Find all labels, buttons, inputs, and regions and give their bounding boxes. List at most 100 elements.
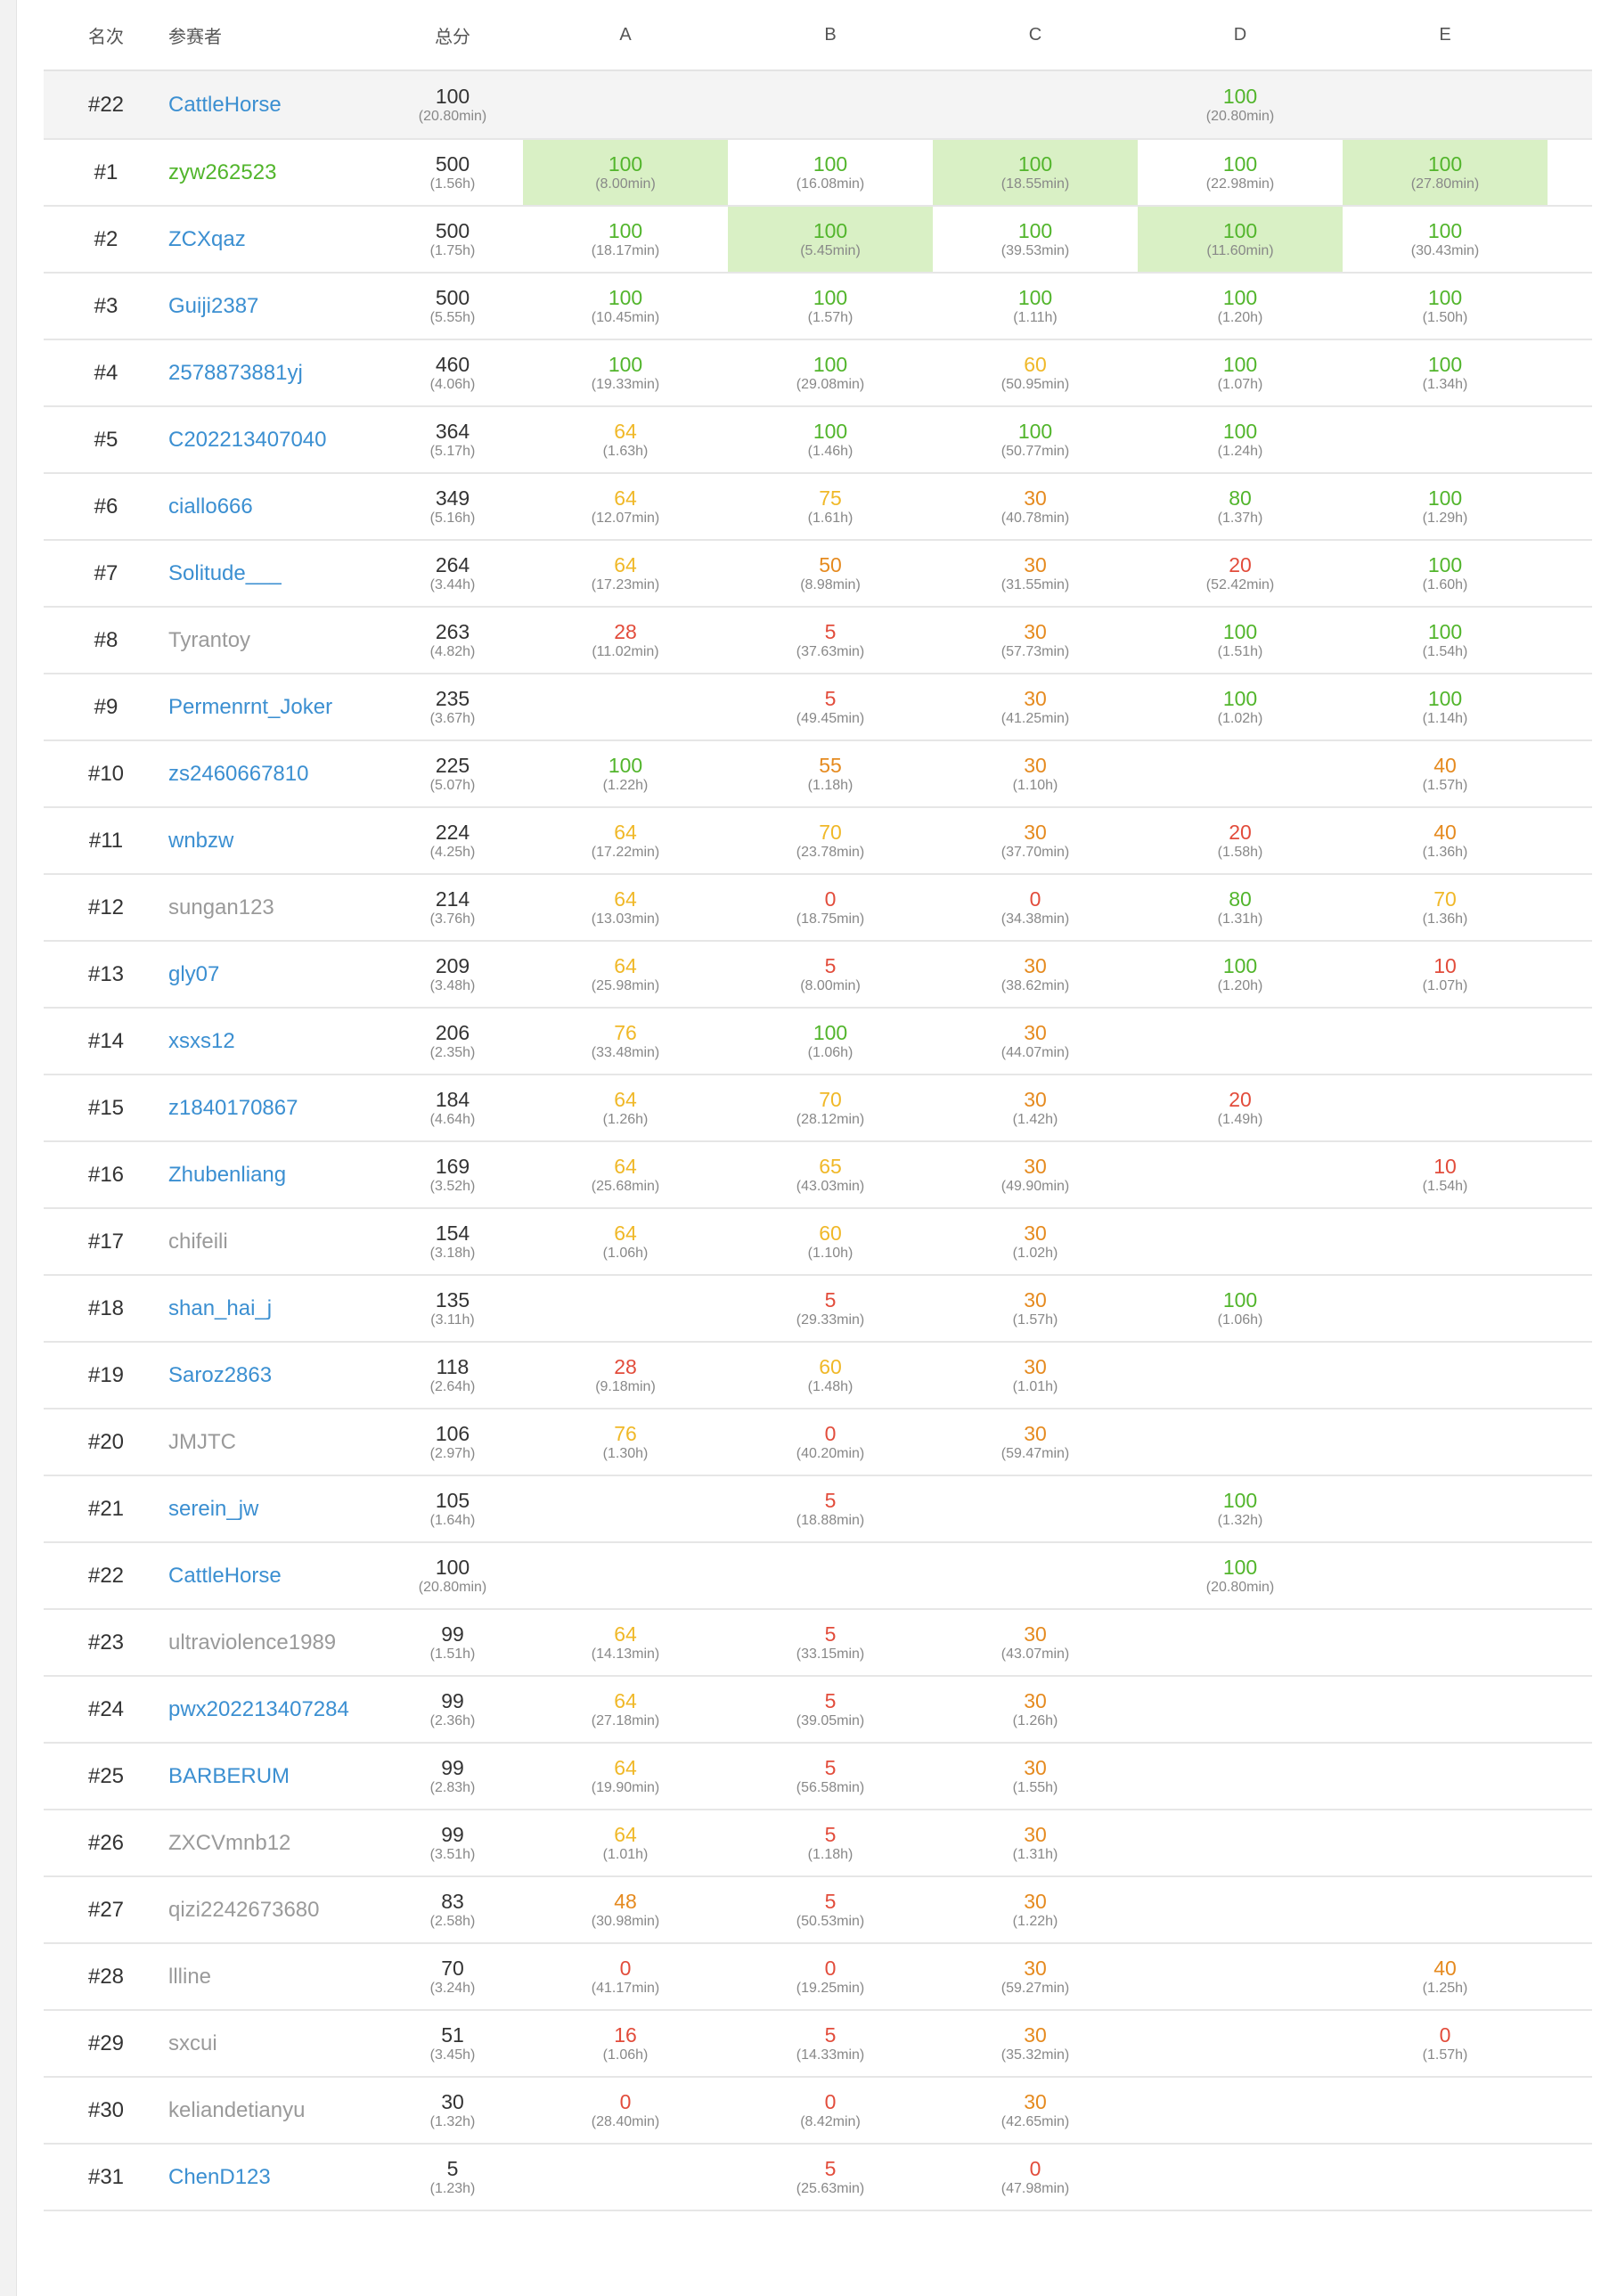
- problem-b-cell[interactable]: 0 (8.42min): [728, 2078, 933, 2143]
- participant-link[interactable]: Tyrantoy: [168, 608, 382, 673]
- problem-d-cell[interactable]: 20 (1.58h): [1138, 808, 1343, 873]
- problem-b-cell[interactable]: 65 (43.03min): [728, 1142, 933, 1207]
- problem-c-cell[interactable]: 0 (47.98min): [933, 2145, 1138, 2210]
- participant-link[interactable]: wnbzw: [168, 808, 382, 873]
- participant-link[interactable]: llline: [168, 1944, 382, 2009]
- participant-link[interactable]: 2578873881yj: [168, 340, 382, 405]
- problem-a-cell[interactable]: 100 (18.17min): [523, 207, 728, 272]
- problem-c-cell[interactable]: 30 (57.73min): [933, 608, 1138, 673]
- participant-link[interactable]: ultraviolence1989: [168, 1610, 382, 1675]
- participant-link[interactable]: ciallo666: [168, 474, 382, 539]
- problem-b-cell[interactable]: 0 (18.75min): [728, 875, 933, 940]
- problem-e-cell[interactable]: 100 (1.50h): [1343, 274, 1548, 339]
- problem-d-cell[interactable]: 100 (1.20h): [1138, 942, 1343, 1007]
- problem-b-cell[interactable]: 5 (39.05min): [728, 1677, 933, 1742]
- problem-d-cell[interactable]: 100 (11.60min): [1138, 207, 1343, 272]
- problem-a-cell[interactable]: 0 (41.17min): [523, 1944, 728, 2009]
- problem-a-cell[interactable]: 64 (17.22min): [523, 808, 728, 873]
- participant-link[interactable]: sxcui: [168, 2011, 382, 2076]
- problem-c-cell[interactable]: 100 (39.53min): [933, 207, 1138, 272]
- problem-e-cell[interactable]: 10 (1.54h): [1343, 1142, 1548, 1207]
- problem-b-cell[interactable]: 5 (56.58min): [728, 1744, 933, 1809]
- participant-link[interactable]: keliandetianyu: [168, 2078, 382, 2143]
- problem-d-cell[interactable]: 100 (22.98min): [1138, 140, 1343, 205]
- problem-c-cell[interactable]: 30 (38.62min): [933, 942, 1138, 1007]
- problem-d-cell[interactable]: 20 (1.49h): [1138, 1075, 1343, 1140]
- problem-c-cell[interactable]: 30 (1.31h): [933, 1810, 1138, 1875]
- participant-link[interactable]: gly07: [168, 942, 382, 1007]
- problem-b-cell[interactable]: 5 (49.45min): [728, 674, 933, 739]
- problem-a-cell[interactable]: 64 (1.26h): [523, 1075, 728, 1140]
- problem-c-cell[interactable]: 30 (31.55min): [933, 541, 1138, 606]
- problem-a-cell[interactable]: 64 (25.68min): [523, 1142, 728, 1207]
- problem-a-cell[interactable]: 64 (27.18min): [523, 1677, 728, 1742]
- problem-b-cell[interactable]: 100 (1.46h): [728, 407, 933, 472]
- problem-b-cell[interactable]: 70 (23.78min): [728, 808, 933, 873]
- problem-d-cell[interactable]: 100 (1.06h): [1138, 1276, 1343, 1341]
- problem-d-cell[interactable]: 100 (20.80min): [1138, 1543, 1343, 1608]
- problem-a-cell[interactable]: 64 (1.06h): [523, 1209, 728, 1274]
- participant-link[interactable]: ChenD123: [168, 2145, 382, 2210]
- participant-link[interactable]: CattleHorse: [168, 1543, 382, 1608]
- problem-c-cell[interactable]: 30 (41.25min): [933, 674, 1138, 739]
- problem-b-cell[interactable]: 5 (29.33min): [728, 1276, 933, 1341]
- problem-a-cell[interactable]: 64 (25.98min): [523, 942, 728, 1007]
- problem-a-cell[interactable]: 64 (19.90min): [523, 1744, 728, 1809]
- header-problem-d[interactable]: D: [1138, 25, 1343, 45]
- problem-e-cell[interactable]: 100 (1.60h): [1343, 541, 1548, 606]
- header-problem-e[interactable]: E: [1343, 25, 1548, 45]
- problem-c-cell[interactable]: 30 (44.07min): [933, 1009, 1138, 1074]
- problem-d-cell[interactable]: 100 (1.20h): [1138, 274, 1343, 339]
- problem-b-cell[interactable]: 70 (28.12min): [728, 1075, 933, 1140]
- problem-e-cell[interactable]: 0 (1.57h): [1343, 2011, 1548, 2076]
- problem-d-cell[interactable]: 100 (20.80min): [1138, 71, 1343, 138]
- problem-b-cell[interactable]: 60 (1.10h): [728, 1209, 933, 1274]
- problem-b-cell[interactable]: 50 (8.98min): [728, 541, 933, 606]
- problem-c-cell[interactable]: 30 (59.47min): [933, 1409, 1138, 1475]
- participant-link[interactable]: Guiji2387: [168, 274, 382, 339]
- problem-d-cell[interactable]: 100 (1.24h): [1138, 407, 1343, 472]
- header-problem-a[interactable]: A: [523, 25, 728, 45]
- problem-a-cell[interactable]: 100 (19.33min): [523, 340, 728, 405]
- problem-c-cell[interactable]: 30 (40.78min): [933, 474, 1138, 539]
- participant-link[interactable]: serein_jw: [168, 1476, 382, 1541]
- participant-link[interactable]: sungan123: [168, 875, 382, 940]
- problem-b-cell[interactable]: 5 (37.63min): [728, 608, 933, 673]
- problem-a-cell[interactable]: 64 (14.13min): [523, 1610, 728, 1675]
- problem-a-cell[interactable]: 64 (1.63h): [523, 407, 728, 472]
- participant-link[interactable]: z1840170867: [168, 1075, 382, 1140]
- problem-c-cell[interactable]: 100 (50.77min): [933, 407, 1138, 472]
- problem-a-cell[interactable]: 48 (30.98min): [523, 1877, 728, 1942]
- problem-d-cell[interactable]: 100 (1.32h): [1138, 1476, 1343, 1541]
- participant-link[interactable]: JMJTC: [168, 1409, 382, 1475]
- problem-b-cell[interactable]: 5 (14.33min): [728, 2011, 933, 2076]
- header-problem-c[interactable]: C: [933, 25, 1138, 45]
- problem-e-cell[interactable]: 40 (1.57h): [1343, 741, 1548, 806]
- problem-b-cell[interactable]: 0 (19.25min): [728, 1944, 933, 2009]
- problem-b-cell[interactable]: 5 (18.88min): [728, 1476, 933, 1541]
- problem-c-cell[interactable]: 0 (34.38min): [933, 875, 1138, 940]
- problem-a-cell[interactable]: 28 (9.18min): [523, 1343, 728, 1408]
- problem-b-cell[interactable]: 100 (5.45min): [728, 207, 933, 272]
- problem-e-cell[interactable]: 10 (1.07h): [1343, 942, 1548, 1007]
- participant-link[interactable]: ZXCVmnb12: [168, 1810, 382, 1875]
- problem-b-cell[interactable]: 100 (29.08min): [728, 340, 933, 405]
- problem-e-cell[interactable]: 100 (1.29h): [1343, 474, 1548, 539]
- problem-a-cell[interactable]: 28 (11.02min): [523, 608, 728, 673]
- problem-b-cell[interactable]: 0 (40.20min): [728, 1409, 933, 1475]
- problem-a-cell[interactable]: 16 (1.06h): [523, 2011, 728, 2076]
- problem-a-cell[interactable]: 100 (8.00min): [523, 140, 728, 205]
- problem-a-cell[interactable]: 64 (13.03min): [523, 875, 728, 940]
- problem-c-cell[interactable]: 30 (1.26h): [933, 1677, 1138, 1742]
- problem-b-cell[interactable]: 100 (1.57h): [728, 274, 933, 339]
- participant-link[interactable]: CattleHorse: [168, 71, 382, 138]
- problem-b-cell[interactable]: 55 (1.18h): [728, 741, 933, 806]
- problem-b-cell[interactable]: 5 (25.63min): [728, 2145, 933, 2210]
- problem-c-cell[interactable]: 30 (1.22h): [933, 1877, 1138, 1942]
- participant-link[interactable]: Solitude___: [168, 541, 382, 606]
- problem-c-cell[interactable]: 30 (49.90min): [933, 1142, 1138, 1207]
- problem-a-cell[interactable]: 0 (28.40min): [523, 2078, 728, 2143]
- problem-a-cell[interactable]: 76 (1.30h): [523, 1409, 728, 1475]
- participant-link[interactable]: shan_hai_j: [168, 1276, 382, 1341]
- problem-b-cell[interactable]: 5 (50.53min): [728, 1877, 933, 1942]
